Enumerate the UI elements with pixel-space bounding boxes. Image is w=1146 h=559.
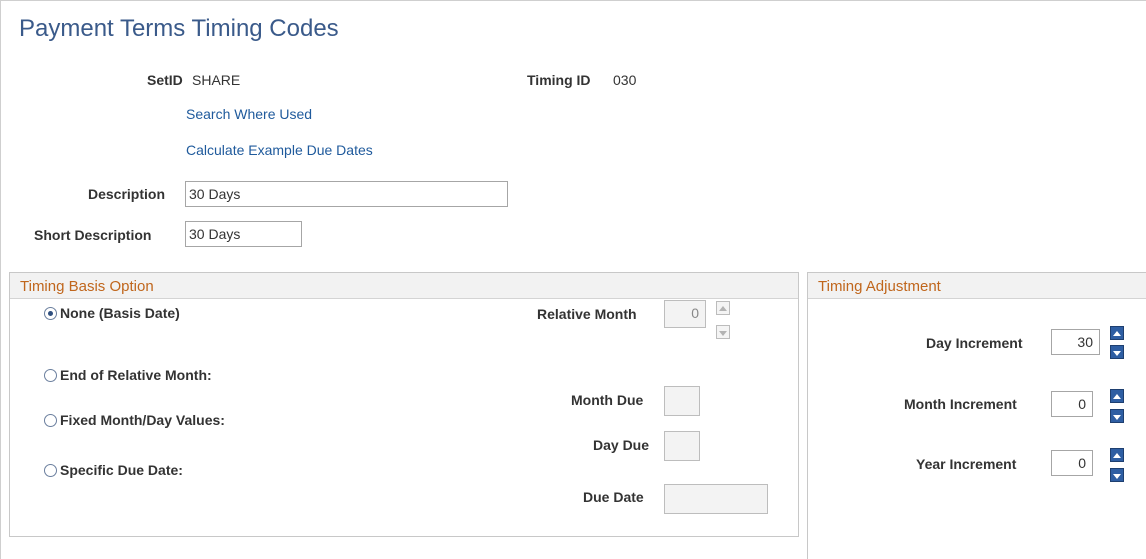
day-due-field [664,431,700,461]
year-increment-label: Year Increment [916,456,1017,472]
radio-button-icon[interactable] [44,413,57,427]
relative-month-label: Relative Month [537,306,637,322]
relative-month-up-arrow-icon [716,301,730,315]
year-increment-field[interactable] [1051,450,1093,476]
radio-none-basis-date-label: None (Basis Date) [60,305,180,321]
due-date-field [664,484,768,514]
timing-basis-option-header: Timing Basis Option [10,273,798,299]
radio-specific-due-date-label: Specific Due Date: [60,462,183,478]
timing-id-value: 030 [613,72,637,88]
year-increment-up-arrow-icon[interactable] [1110,448,1124,462]
day-increment-up-arrow-icon[interactable] [1110,326,1124,340]
month-increment-label: Month Increment [904,396,1017,412]
radio-end-of-relative-month[interactable]: End of Relative Month: [44,367,212,383]
radio-button-icon[interactable] [44,463,57,477]
radio-button-icon[interactable] [44,306,57,320]
calculate-example-due-dates-link[interactable]: Calculate Example Due Dates [186,142,373,158]
page-frame-left [0,0,1,559]
short-description-field[interactable] [185,221,302,247]
month-increment-field[interactable] [1051,391,1093,417]
page-frame-top [0,0,1146,1]
day-increment-label: Day Increment [926,335,1023,351]
radio-specific-due-date[interactable]: Specific Due Date: [44,462,183,478]
radio-none-basis-date[interactable]: None (Basis Date) [44,305,180,321]
month-due-field [664,386,700,416]
radio-fixed-month-day-values[interactable]: Fixed Month/Day Values: [44,412,225,428]
setid-value: SHARE [192,72,241,88]
timing-adjustment-group: Timing Adjustment [807,272,1146,559]
timing-id-label: Timing ID [527,72,591,88]
day-increment-field[interactable] [1051,329,1100,355]
description-field[interactable] [185,181,508,207]
radio-selected-dot [48,310,53,316]
timing-basis-option-title: Timing Basis Option [20,278,154,295]
month-increment-down-arrow-icon[interactable] [1110,409,1124,423]
radio-fixed-month-day-values-label: Fixed Month/Day Values: [60,412,225,428]
page-title: Payment Terms Timing Codes [19,15,339,42]
month-due-label: Month Due [571,392,644,408]
short-description-label: Short Description [34,227,152,243]
timing-adjustment-header: Timing Adjustment [808,273,1146,299]
month-increment-up-arrow-icon[interactable] [1110,389,1124,403]
relative-month-down-arrow-icon [716,325,730,339]
relative-month-field: 0 [664,300,706,328]
day-due-label: Day Due [593,437,650,453]
due-date-label: Due Date [583,489,644,505]
setid-label: SetID [147,72,183,88]
timing-adjustment-title: Timing Adjustment [818,278,941,295]
radio-end-of-relative-month-label: End of Relative Month: [60,367,212,383]
description-label: Description [88,186,166,202]
year-increment-down-arrow-icon[interactable] [1110,468,1124,482]
day-increment-down-arrow-icon[interactable] [1110,345,1124,359]
radio-button-icon[interactable] [44,368,57,382]
search-where-used-link[interactable]: Search Where Used [186,106,312,122]
